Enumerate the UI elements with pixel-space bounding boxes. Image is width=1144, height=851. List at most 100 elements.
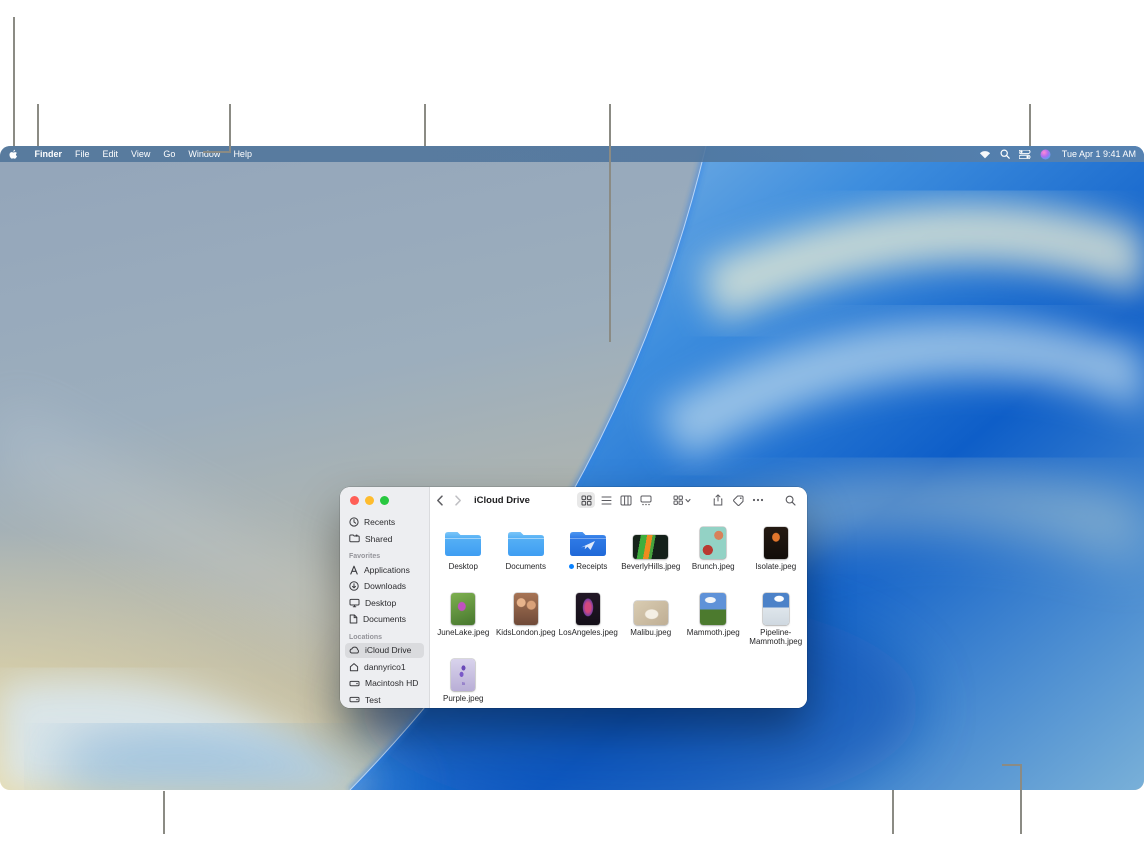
file-pipeline-mammoth[interactable]: Pipeline-Mammoth.jpeg (745, 588, 808, 654)
screenshot-root: Finder File Edit View Go Window Help Tue… (0, 0, 1144, 851)
wifi-icon[interactable] (979, 150, 991, 159)
callout-line-window-toolbar (609, 104, 611, 342)
folder-icon (443, 529, 483, 559)
menu-view[interactable]: View (125, 149, 157, 159)
sidebar-item-desktop[interactable]: Desktop (345, 595, 424, 610)
file-documents-folder[interactable]: Documents (495, 522, 558, 588)
file-brunch[interactable]: Brunch.jpeg (682, 522, 745, 588)
back-button[interactable] (436, 495, 444, 506)
zoom-button[interactable] (380, 496, 389, 505)
file-isolate[interactable]: Isolate.jpeg (745, 522, 808, 588)
sidebar-item-test[interactable]: Test (345, 692, 424, 707)
image-thumbnail (700, 527, 726, 559)
file-junelake[interactable]: JuneLake.jpeg (432, 588, 495, 654)
sidebar-section-locations: Locations (349, 634, 420, 641)
menu-finder[interactable]: Finder (28, 149, 69, 159)
apple-menu[interactable] (9, 149, 18, 160)
sidebar-label: Macintosh HD (365, 678, 418, 688)
finder-sidebar: Recents Shared Favorites Applications Do… (340, 487, 430, 708)
share-button[interactable] (709, 492, 727, 508)
file-name: Malibu.jpeg (630, 628, 671, 637)
file-name: KidsLondon.jpeg (497, 628, 555, 637)
file-name: BeverlyHills.jpeg (622, 562, 680, 571)
downloads-icon (349, 581, 359, 591)
finder-toolbar: iCloud Drive (430, 487, 807, 513)
file-mammoth[interactable]: Mammoth.jpeg (682, 588, 745, 654)
sidebar-item-recents[interactable]: Recents (345, 515, 424, 530)
icon-view-button[interactable] (577, 492, 595, 508)
clock-icon (349, 517, 359, 527)
image-thumbnail (451, 593, 475, 625)
image-thumbnail (633, 535, 668, 559)
file-name: Pipeline-Mammoth.jpeg (747, 628, 805, 647)
desktop-icon (349, 598, 360, 608)
image-thumbnail (764, 527, 788, 559)
callout-line-status-menus (1029, 104, 1031, 146)
sidebar-item-documents[interactable]: Documents (345, 612, 424, 627)
hard-drive-icon (349, 695, 360, 704)
tags-button[interactable] (729, 492, 747, 508)
sidebar-label: Shared (365, 534, 392, 544)
desktop-wallpaper: Finder File Edit View Go Window Help Tue… (0, 146, 1144, 790)
sidebar-label: Downloads (364, 581, 406, 591)
file-beverlyhills[interactable]: BeverlyHills.jpeg (620, 522, 683, 588)
icloud-sync-dot (569, 564, 574, 569)
menu-help[interactable]: Help (227, 149, 259, 159)
file-name: Mammoth.jpeg (687, 628, 740, 637)
window-controls (350, 496, 389, 505)
callout-line-menu-bar (424, 104, 426, 146)
file-desktop-folder[interactable]: Desktop (432, 522, 495, 588)
sidebar-label: Desktop (365, 598, 396, 608)
sidebar-label: Test (365, 695, 381, 705)
list-view-button[interactable] (597, 492, 615, 508)
menu-go[interactable]: Go (157, 149, 182, 159)
finder-window: Recents Shared Favorites Applications Do… (340, 487, 807, 708)
image-thumbnail (763, 593, 789, 625)
column-view-button[interactable] (617, 492, 635, 508)
sidebar-item-applications[interactable]: Applications (345, 562, 424, 577)
sidebar-label: dannyrico1 (364, 662, 406, 672)
file-grid: Desktop Documents Receipts BeverlyHills.… (430, 513, 807, 708)
sidebar-section-favorites: Favorites (349, 553, 420, 560)
gallery-view-button[interactable] (637, 492, 655, 508)
file-name: Isolate.jpeg (755, 562, 796, 571)
file-name: Brunch.jpeg (692, 562, 735, 571)
file-name: JuneLake.jpeg (437, 628, 489, 637)
minimize-button[interactable] (365, 496, 374, 505)
file-name: LosAngeles.jpeg (559, 628, 617, 637)
file-purple[interactable]: Purple.jpeg (432, 654, 495, 708)
file-receipts-folder[interactable]: Receipts (557, 522, 620, 588)
sidebar-item-icloud-drive[interactable]: iCloud Drive (345, 643, 424, 658)
sidebar-item-home[interactable]: dannyrico1 (345, 659, 424, 674)
group-by-button[interactable] (669, 492, 695, 508)
close-button[interactable] (350, 496, 359, 505)
menu-edit[interactable]: Edit (96, 149, 125, 159)
finder-main: iCloud Drive (430, 487, 807, 708)
menu-file[interactable]: File (69, 149, 97, 159)
control-center-icon[interactable] (1019, 150, 1031, 159)
spotlight-icon[interactable] (1000, 149, 1010, 159)
file-name: Desktop (449, 562, 478, 571)
menu-bar-clock[interactable]: Tue Apr 1 9:41 AM (1062, 149, 1136, 159)
more-options-button[interactable] (749, 492, 767, 508)
file-malibu[interactable]: Malibu.jpeg (620, 588, 683, 654)
callout-line-dock-finder (163, 791, 165, 834)
siri-icon[interactable] (1040, 149, 1051, 160)
window-title: iCloud Drive (474, 495, 530, 506)
document-icon (349, 614, 358, 624)
callout-line-help-menu-arm (203, 151, 230, 153)
menu-bar: Finder File Edit View Go Window Help Tue… (0, 146, 1144, 162)
sidebar-item-downloads[interactable]: Downloads (345, 579, 424, 594)
image-thumbnail (451, 659, 475, 691)
sidebar-item-macintosh-hd[interactable]: Macintosh HD (345, 676, 424, 691)
file-losangeles[interactable]: LosAngeles.jpeg (557, 588, 620, 654)
search-button[interactable] (781, 492, 799, 508)
forward-button[interactable] (454, 495, 462, 506)
image-thumbnail (634, 601, 668, 625)
folder-paper-plane-icon (568, 529, 608, 559)
file-kidslondon[interactable]: KidsLondon.jpeg (495, 588, 558, 654)
file-name: Documents (506, 562, 546, 571)
image-thumbnail (514, 593, 538, 625)
sidebar-item-shared[interactable]: Shared (345, 531, 424, 546)
file-name: Receipts (569, 562, 607, 571)
